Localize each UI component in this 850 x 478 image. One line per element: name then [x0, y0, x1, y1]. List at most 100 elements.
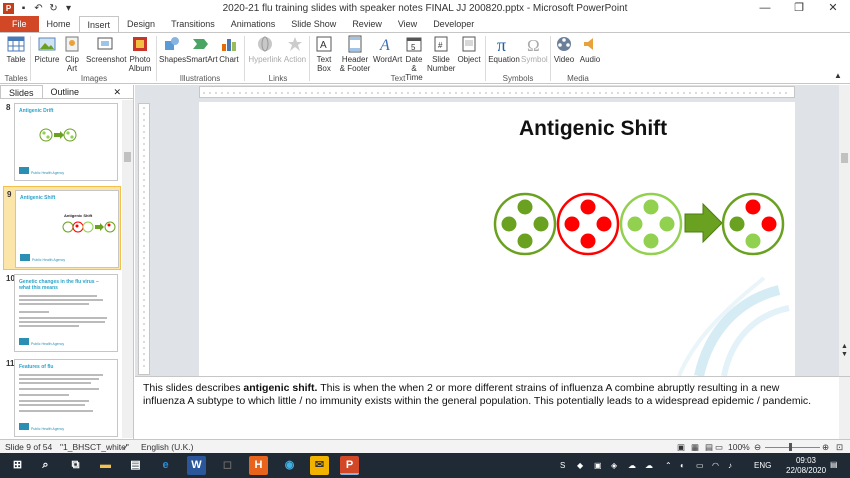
slide-thumbnail[interactable]: Antigenic Shift Antigenic Shift Public H…: [15, 190, 119, 268]
outlook-icon[interactable]: ✉: [310, 456, 329, 475]
tab-slides[interactable]: Slides: [0, 85, 43, 98]
close-button[interactable]: ✕: [816, 0, 850, 16]
language[interactable]: English (U.K.): [141, 442, 193, 452]
wordart-button[interactable]: A WordArt: [373, 35, 402, 64]
object-button[interactable]: Object: [456, 35, 482, 64]
notifications-icon[interactable]: ▤: [830, 460, 838, 469]
clip-art-button[interactable]: Clip Art: [62, 35, 82, 73]
normal-view-icon[interactable]: ▣: [677, 442, 685, 453]
scrollbar-thumb[interactable]: [124, 152, 131, 162]
slide-thumbnail-row[interactable]: 10 Genetic changes in the flu virus – wh…: [0, 274, 122, 354]
tab-outline[interactable]: Outline: [43, 85, 88, 98]
slide-thumbnail-row-selected[interactable]: 9 Antigenic Shift Antigenic Shift Public…: [3, 186, 121, 270]
app-icon[interactable]: ◻: [218, 456, 237, 475]
tray-s-icon[interactable]: S: [560, 461, 565, 470]
table-button[interactable]: Table: [4, 35, 28, 64]
slideshow-icon[interactable]: ▭: [715, 442, 723, 453]
thumbnails-scrollbar[interactable]: [122, 100, 133, 438]
spellcheck-icon[interactable]: ✓: [122, 442, 129, 453]
action-button[interactable]: Action: [283, 35, 307, 64]
restore-button[interactable]: ❐: [782, 0, 816, 16]
picture-button[interactable]: Picture: [34, 35, 60, 64]
tray-network-icon[interactable]: ◠: [712, 461, 719, 470]
store-icon[interactable]: ▤: [126, 456, 145, 475]
tab-design[interactable]: Design: [119, 16, 163, 32]
slide-title[interactable]: Antigenic Shift: [519, 117, 667, 141]
zoom-slider-thumb[interactable]: [789, 443, 792, 451]
symbol-button[interactable]: Ω Symbol: [521, 35, 548, 64]
notes-pane[interactable]: This slides describes antigenic shift. T…: [135, 376, 850, 440]
audio-button[interactable]: Audio: [578, 35, 602, 64]
tray-chat-icon[interactable]: ▣: [594, 461, 602, 470]
tab-home[interactable]: Home: [39, 16, 79, 32]
screenshot-button[interactable]: Screenshot: [86, 35, 126, 64]
minimize-button[interactable]: —: [748, 0, 782, 16]
tray-cloud-icon[interactable]: ☁: [628, 461, 636, 470]
notes-scrollbar[interactable]: [839, 377, 850, 440]
pha-logo: [20, 254, 30, 261]
search-icon[interactable]: ⌕: [36, 456, 55, 475]
antigenic-shift-diagram[interactable]: [489, 186, 795, 270]
undo-icon[interactable]: ↶: [33, 3, 44, 14]
video-button[interactable]: Video: [553, 35, 575, 64]
windows-start-icon[interactable]: ⊞: [8, 456, 27, 475]
tab-file[interactable]: File: [0, 16, 39, 32]
customize-qat-icon[interactable]: ▾: [63, 3, 74, 14]
zoom-slider[interactable]: [765, 447, 820, 448]
slide-thumbnail[interactable]: Genetic changes in the flu virus – what …: [14, 274, 118, 352]
reading-view-icon[interactable]: ▤: [705, 442, 713, 453]
slide-scrollbar[interactable]: ▲ ▼: [839, 85, 850, 376]
slide-number-button[interactable]: # Slide Number: [427, 35, 455, 73]
smartart-button[interactable]: SmartArt: [186, 35, 218, 64]
word-icon[interactable]: W: [187, 456, 206, 475]
slide-thumbnail[interactable]: Antigenic Drift Public Health Agency: [14, 103, 118, 181]
edge-icon[interactable]: ◉: [280, 456, 299, 475]
slide-thumbnail-row[interactable]: 8 Antigenic Drift Public Health Agency: [0, 103, 122, 183]
save-icon[interactable]: ▪: [18, 3, 29, 14]
tray-volume-icon[interactable]: ♪: [728, 461, 732, 470]
close-panel-icon[interactable]: ✕: [105, 85, 129, 99]
tab-transitions[interactable]: Transitions: [163, 16, 223, 32]
tab-review[interactable]: Review: [344, 16, 390, 32]
powerpoint-taskbar-icon[interactable]: P: [340, 456, 359, 475]
slide-canvas[interactable]: Antigenic Shift: [199, 102, 795, 376]
zoom-level[interactable]: 100%: [728, 442, 750, 452]
tab-developer[interactable]: Developer: [425, 16, 482, 32]
slide-thumbnail[interactable]: Features of flu Public Health Agency: [14, 359, 118, 437]
scrollbar-thumb[interactable]: [841, 153, 848, 163]
zoom-out-icon[interactable]: ⊖: [754, 442, 761, 453]
shapes-button[interactable]: Shapes: [159, 35, 186, 64]
tray-defender-icon[interactable]: ◆: [577, 461, 583, 470]
tray-onedrive-icon[interactable]: ☁: [645, 461, 653, 470]
clock[interactable]: 09:03 22/08/2020: [786, 456, 826, 476]
theme-name[interactable]: "1_BHSCT_white": [60, 442, 129, 452]
hyperlink-button[interactable]: Hyperlink: [248, 35, 282, 64]
fit-slide-icon[interactable]: ⊡: [836, 442, 843, 453]
tab-slide-show[interactable]: Slide Show: [283, 16, 344, 32]
input-language[interactable]: ENG: [754, 461, 771, 470]
photo-album-button[interactable]: Photo Album: [127, 35, 153, 73]
equation-button[interactable]: π Equation: [488, 35, 520, 64]
tray-vpn-icon[interactable]: ◐: [680, 461, 685, 470]
tab-animations[interactable]: Animations: [223, 16, 284, 32]
tray-overflow-icon[interactable]: ⌃: [665, 461, 672, 470]
zoom-in-icon[interactable]: ⊕: [822, 442, 829, 453]
collapse-ribbon-icon[interactable]: ▲: [834, 71, 842, 80]
tab-view[interactable]: View: [390, 16, 425, 32]
tray-battery-icon[interactable]: ▭: [696, 461, 704, 470]
file-explorer-icon[interactable]: ▬: [96, 456, 115, 475]
task-view-icon[interactable]: ⧉: [66, 456, 85, 475]
app-h-icon[interactable]: H: [249, 456, 268, 475]
powerpoint-app-icon[interactable]: P: [3, 2, 14, 14]
slide-thumbnail-row[interactable]: 11 Features of flu Public Health Agency: [0, 359, 122, 439]
text-box-button[interactable]: A Text Box: [313, 35, 335, 73]
chart-button[interactable]: Chart: [218, 35, 240, 64]
edge-legacy-icon[interactable]: e: [156, 456, 175, 475]
header-footer-button[interactable]: Header & Footer: [338, 35, 372, 73]
speaker-notes[interactable]: This slides describes antigenic shift. T…: [143, 382, 813, 408]
slide-sorter-icon[interactable]: ▦: [691, 442, 699, 453]
prev-next-slide-buttons[interactable]: ▲ ▼: [840, 343, 849, 359]
tray-app-icon[interactable]: ◈: [611, 461, 617, 470]
tab-insert[interactable]: Insert: [78, 16, 120, 32]
redo-icon[interactable]: ↻: [48, 3, 59, 14]
